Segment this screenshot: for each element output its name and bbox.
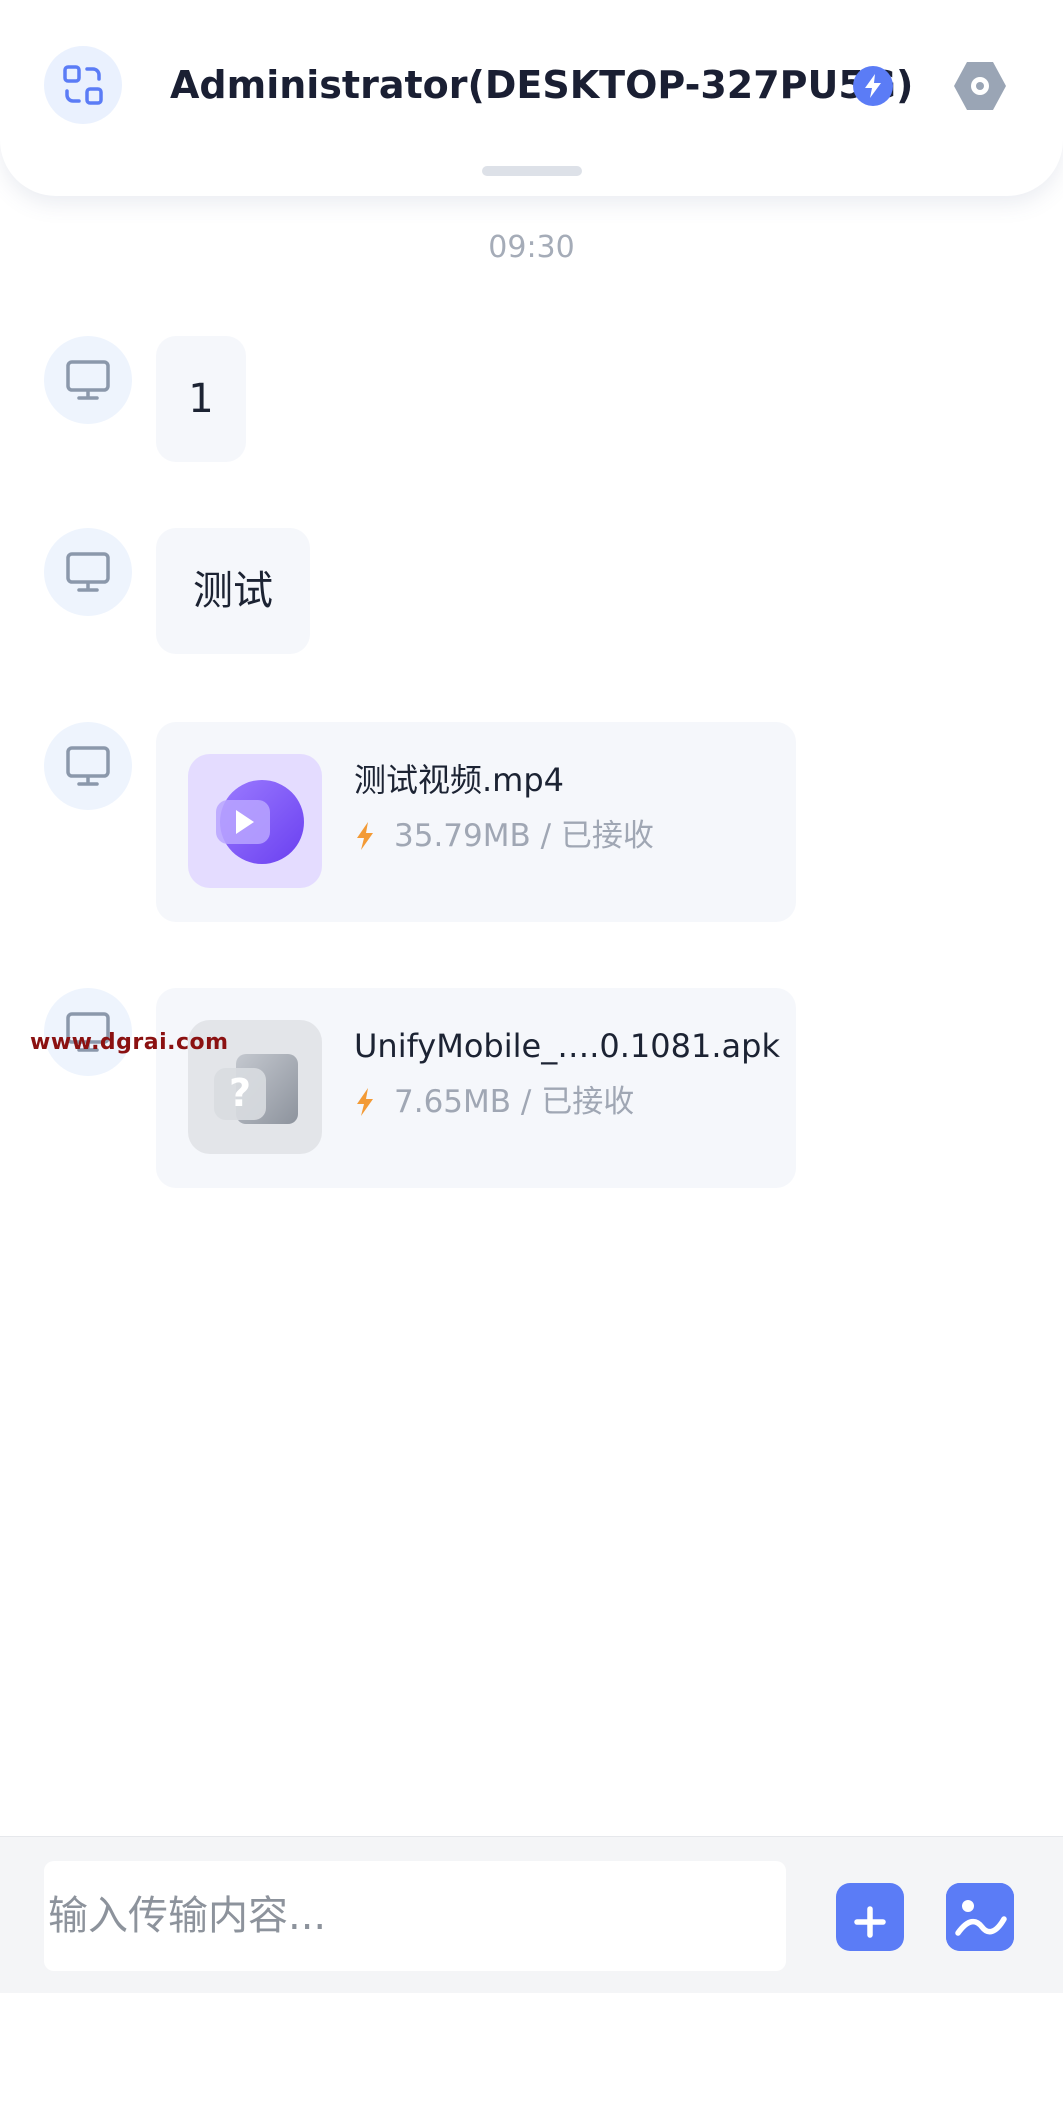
- file-meta: 35.79MB / 已接收: [354, 814, 654, 858]
- sender-avatar: [44, 528, 132, 616]
- settings-button[interactable]: [950, 56, 1010, 116]
- meta-separator: /: [530, 818, 561, 854]
- connection-status-badge: [853, 66, 893, 106]
- file-meta: 7.65MB / 已接收: [354, 1080, 634, 1124]
- send-file-button[interactable]: [836, 1883, 904, 1951]
- message-text: 测试: [193, 568, 273, 614]
- file-size: 35.79MB: [394, 818, 531, 854]
- file-message-apk[interactable]: ? UnifyMobile_….0.1081.apk 7.65MB / 已接收: [156, 988, 796, 1188]
- input-bar: [0, 1836, 1063, 1993]
- message-text: 1: [188, 376, 214, 422]
- message-timestamp: 09:30: [488, 230, 575, 265]
- chat-header: Administrator(DESKTOP-327PU5G): [0, 0, 1063, 196]
- image-gallery-icon: [946, 1883, 1014, 1951]
- watermark-text: www.dgrai.com: [30, 1030, 229, 1055]
- text-message[interactable]: 测试: [156, 528, 310, 654]
- file-name: UnifyMobile_….0.1081.apk: [354, 1027, 780, 1065]
- svg-text:?: ?: [229, 1071, 251, 1115]
- file-thumbnail: [188, 754, 322, 888]
- device-title: Administrator(DESKTOP-327PU5G): [170, 63, 914, 107]
- add-folder-icon: [842, 1891, 898, 1945]
- video-play-icon: [216, 780, 304, 864]
- switch-device-button[interactable]: [44, 46, 122, 124]
- file-name: 测试视频.mp4: [354, 761, 565, 799]
- text-message[interactable]: 1: [156, 336, 246, 462]
- file-status: 已接收: [560, 818, 654, 854]
- lightning-icon: [354, 821, 376, 851]
- settings-hex-icon: [954, 62, 1006, 110]
- desktop-monitor-icon: [66, 746, 110, 786]
- send-image-button[interactable]: [946, 1883, 1014, 1951]
- sender-avatar: [44, 336, 132, 424]
- lightning-icon: [865, 74, 881, 98]
- desktop-monitor-icon: [66, 360, 110, 400]
- file-size: 7.65MB: [394, 1084, 512, 1120]
- switch-device-icon: [63, 65, 103, 105]
- desktop-monitor-icon: [66, 552, 110, 592]
- message-input[interactable]: [44, 1861, 786, 1971]
- sender-avatar: [44, 722, 132, 810]
- meta-separator: /: [511, 1084, 542, 1120]
- file-status: 已接收: [541, 1084, 635, 1120]
- lightning-icon: [354, 1087, 376, 1117]
- file-message-video[interactable]: 测试视频.mp4 35.79MB / 已接收: [156, 722, 796, 922]
- drag-handle[interactable]: [482, 166, 582, 176]
